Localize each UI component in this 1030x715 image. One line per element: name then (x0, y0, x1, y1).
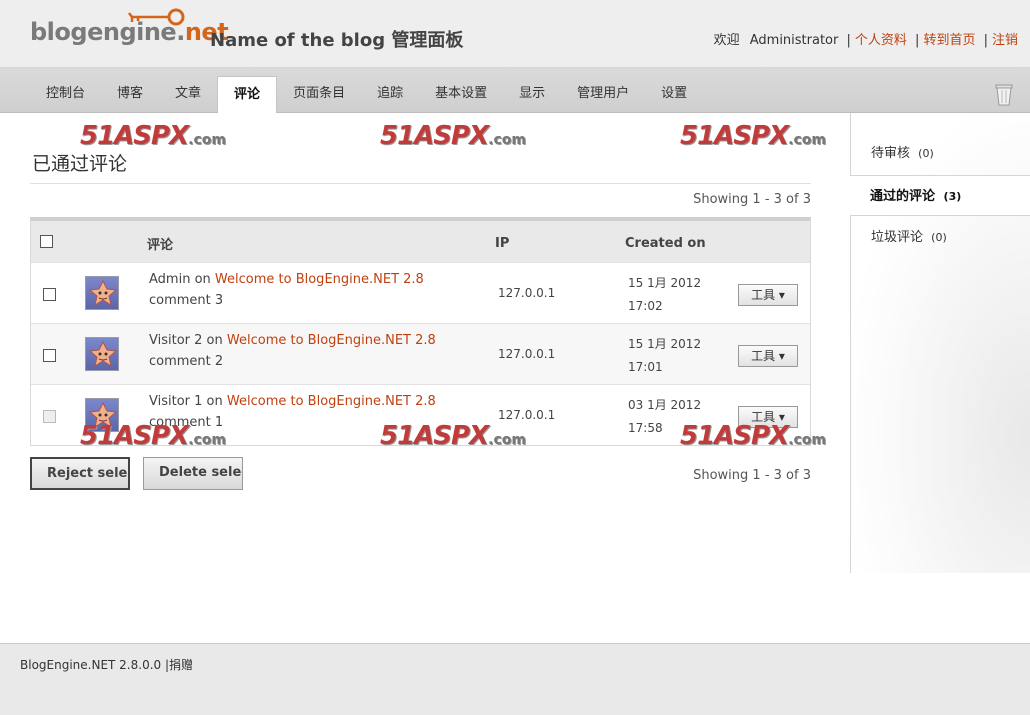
sidebar-item-label: 垃圾评论 (871, 230, 924, 245)
trash-icon[interactable] (994, 84, 1014, 106)
comment-ip: 127.0.0.1 (498, 347, 556, 361)
date-text: 15 1月 2012 (628, 337, 702, 351)
tab-comments[interactable]: 评论 (217, 76, 278, 113)
version-text: BlogEngine.NET 2.8.0.0 (20, 658, 162, 672)
tab-blog[interactable]: 博客 (101, 76, 159, 113)
comment-author: Admin (149, 272, 191, 287)
column-created: Created on (625, 236, 706, 251)
post-link[interactable]: Welcome to BlogEngine.NET 2.8 (227, 333, 436, 348)
username: Administrator (749, 33, 839, 48)
sidebar-item-approved[interactable]: 通过的评论 (3) (850, 175, 1030, 216)
on-text: on (206, 333, 223, 348)
sidebar: 待审核 (0) 通过的评论 (3) 垃圾评论 (0) (850, 113, 1030, 573)
comment-ip: 127.0.0.1 (498, 286, 556, 300)
comment-cell: Visitor 2 on Welcome to BlogEngine.NET 2… (149, 333, 436, 369)
tab-trackbacks[interactable]: 追踪 (361, 76, 419, 113)
donate-link[interactable]: 捐赠 (169, 658, 193, 672)
time-text: 17:01 (628, 360, 663, 374)
tab-dashboard[interactable]: 控制台 (30, 76, 101, 113)
select-all-checkbox[interactable] (40, 235, 53, 248)
tab-display[interactable]: 显示 (503, 76, 561, 113)
header: blogengine.net Name of the blog 管理面板 欢迎 … (0, 0, 1030, 68)
row-checkbox[interactable] (43, 288, 56, 301)
column-comment: 评论 (147, 238, 174, 253)
comment-ip: 127.0.0.1 (498, 408, 556, 422)
reject-selected-button[interactable]: Reject selected (30, 457, 130, 490)
sidebar-item-count: (3) (943, 190, 962, 203)
sidebar-item-count: (0) (931, 231, 947, 244)
post-link[interactable]: Welcome to BlogEngine.NET 2.8 (215, 272, 424, 287)
footer: BlogEngine.NET 2.8.0.0 |捐赠 (0, 643, 1030, 715)
table-header: 评论 IP Created on (31, 221, 810, 262)
post-link[interactable]: Welcome to BlogEngine.NET 2.8 (227, 394, 436, 409)
separator: | (915, 33, 920, 48)
paging-summary: Showing 1 - 3 of 3 (693, 192, 811, 207)
table-row: Admin on Welcome to BlogEngine.NET 2.8 c… (31, 262, 810, 323)
watermark: 51ASPX.com (680, 421, 826, 451)
comments-table: 评论 IP Created on Admin on Welcome to Blo… (30, 217, 811, 446)
sidebar-item-spam[interactable]: 垃圾评论 (0) (851, 217, 1030, 258)
date-text: 15 1月 2012 (628, 276, 702, 290)
row-checkbox[interactable] (43, 410, 56, 423)
divider (30, 183, 811, 184)
watermark: 51ASPX.com (80, 421, 226, 451)
nav-tabs: 控制台 博客 文章 评论 页面条目 追踪 基本设置 显示 管理用户 设置 (30, 76, 703, 113)
logout-link[interactable]: 注销 (992, 33, 1018, 48)
tab-posts[interactable]: 文章 (159, 76, 217, 113)
sidebar-item-label: 通过的评论 (870, 189, 936, 204)
comment-text: comment 2 (149, 354, 224, 369)
site-title: Name of the blog 管理面板 (210, 30, 464, 51)
avatar-face-icon (88, 340, 118, 368)
paging-summary: Showing 1 - 3 of 3 (693, 468, 811, 483)
on-text: on (206, 394, 223, 409)
tab-users[interactable]: 管理用户 (561, 76, 645, 113)
separator: | (983, 33, 988, 48)
avatar (85, 276, 119, 310)
tab-settings[interactable]: 设置 (645, 76, 703, 113)
comment-author: Visitor 2 (149, 333, 203, 348)
comment-date: 15 1月 2012 17:02 (628, 272, 701, 318)
time-text: 17:02 (628, 299, 663, 313)
chevron-down-icon: ▾ (778, 288, 785, 302)
chevron-down-icon: ▾ (778, 349, 785, 363)
comment-text: comment 3 (149, 293, 224, 308)
watermark: 51ASPX.com (680, 121, 826, 151)
separator: | (846, 33, 851, 48)
home-link[interactable]: 转到首页 (923, 33, 975, 48)
watermark: 51ASPX.com (80, 121, 226, 151)
key-icon (128, 8, 185, 26)
avatar (85, 337, 119, 371)
delete-selected-button[interactable]: Delete selected (143, 457, 243, 490)
page-title: 已通过评论 (32, 153, 128, 175)
table-row: Visitor 2 on Welcome to BlogEngine.NET 2… (31, 323, 810, 384)
on-text: on (194, 272, 211, 287)
tab-basic-settings[interactable]: 基本设置 (419, 76, 503, 113)
user-bar: 欢迎 Administrator | 个人资料 | 转到首页 | 注销 (714, 29, 1018, 48)
profile-link[interactable]: 个人资料 (855, 33, 907, 48)
row-checkbox[interactable] (43, 349, 56, 362)
avatar-face-icon (88, 279, 118, 307)
sidebar-item-pending[interactable]: 待审核 (0) (851, 133, 1030, 174)
comment-author: Visitor 1 (149, 394, 203, 409)
comment-cell: Admin on Welcome to BlogEngine.NET 2.8 c… (149, 272, 424, 308)
main-nav: 控制台 博客 文章 评论 页面条目 追踪 基本设置 显示 管理用户 设置 (0, 68, 1030, 113)
tools-dropdown[interactable]: 工具 ▾ (738, 284, 798, 306)
tools-dropdown[interactable]: 工具 ▾ (738, 345, 798, 367)
welcome-text: 欢迎 (713, 33, 740, 48)
watermark: 51ASPX.com (380, 421, 526, 451)
tab-pages[interactable]: 页面条目 (277, 76, 361, 113)
sidebar-item-label: 待审核 (871, 146, 911, 161)
date-text: 03 1月 2012 (628, 398, 702, 412)
comment-date: 15 1月 2012 17:01 (628, 333, 701, 379)
column-ip: IP (495, 236, 510, 251)
sidebar-item-count: (0) (918, 147, 934, 160)
watermark: 51ASPX.com (380, 121, 526, 151)
